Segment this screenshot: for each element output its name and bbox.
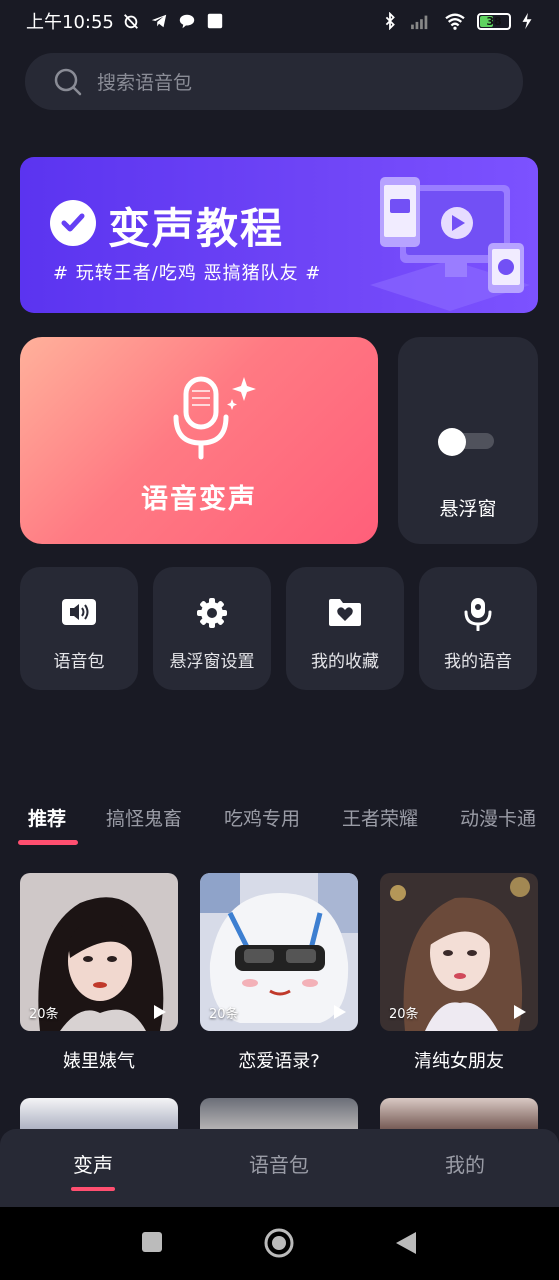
floating-window-label: 悬浮窗 xyxy=(439,498,497,520)
gear-icon xyxy=(197,598,227,628)
search-input[interactable]: 搜索语音包 xyxy=(25,53,523,110)
tab-pubg[interactable]: 吃鸡专用 xyxy=(224,804,300,831)
voice-change-button[interactable]: 语音变声 xyxy=(20,337,378,544)
video-devices-illustration xyxy=(370,177,530,311)
voice-change-label: 语音变声 xyxy=(141,484,257,515)
nav-me[interactable]: 我的 xyxy=(405,1149,525,1178)
play-icon xyxy=(334,1005,346,1019)
nav-voice-change[interactable]: 变声 xyxy=(33,1149,153,1178)
tool-my-favorites[interactable]: 我的收藏 xyxy=(286,567,404,690)
nav-voice-packs[interactable]: 语音包 xyxy=(219,1149,339,1178)
voice-pack-count: 20条 xyxy=(389,1007,419,1022)
search-placeholder: 搜索语音包 xyxy=(97,72,193,94)
voice-pack-name: 恋爱语录? xyxy=(238,1051,320,1072)
status-bar: 上午10:55 38 xyxy=(0,0,559,42)
tutorial-banner[interactable]: 变声教程 # 玩转王者/吃鸡 恶搞猪队友 # xyxy=(20,157,538,313)
nav-active-indicator xyxy=(71,1187,115,1191)
banner-title: 变声教程 xyxy=(108,204,285,253)
chat-bubble-icon xyxy=(179,14,195,29)
tool-my-voices[interactable]: 我的语音 xyxy=(419,567,537,690)
app-square-icon xyxy=(207,13,223,29)
play-icon xyxy=(514,1005,526,1019)
heart-folder-icon xyxy=(329,599,361,626)
voice-pack-count: 20条 xyxy=(29,1007,59,1022)
status-system-icons: 38 xyxy=(381,12,533,30)
search-icon xyxy=(54,68,82,95)
voice-pack-thumbnail: 20条 xyxy=(20,873,178,1031)
telegram-icon xyxy=(151,14,167,28)
bluetooth-icon xyxy=(385,12,395,30)
voice-pack-thumbnail: 20条 xyxy=(380,873,538,1031)
voice-pack-card[interactable]: 20条 清纯女朋友 xyxy=(380,873,538,1073)
system-navigation-bar xyxy=(0,1207,559,1280)
battery-indicator: 38 xyxy=(477,12,511,30)
tab-honor-of-kings[interactable]: 王者荣耀 xyxy=(342,804,418,831)
tool-float-settings[interactable]: 悬浮窗设置 xyxy=(153,567,271,690)
banner-subtitle: # 玩转王者/吃鸡 恶搞猪队友 # xyxy=(53,263,322,284)
voice-pack-card[interactable]: 20条 恋爱语录? xyxy=(200,873,358,1073)
check-circle-icon xyxy=(50,200,96,246)
category-tabs: 推荐 搞怪鬼畜 吃鸡专用 王者荣耀 动漫卡通 xyxy=(0,800,559,850)
tab-recommended[interactable]: 推荐 xyxy=(28,804,66,831)
tab-anime[interactable]: 动漫卡通 xyxy=(460,804,536,831)
back-icon[interactable] xyxy=(394,1231,418,1255)
wifi-icon xyxy=(445,13,465,30)
tab-funny[interactable]: 搞怪鬼畜 xyxy=(106,804,182,831)
status-time: 上午10:55 xyxy=(26,12,114,33)
floating-window-card[interactable]: 悬浮窗 xyxy=(398,337,538,544)
recent-apps-icon[interactable] xyxy=(141,1231,163,1253)
signal-icon xyxy=(411,15,428,30)
tab-active-indicator xyxy=(18,840,78,845)
play-icon xyxy=(154,1005,166,1019)
floating-window-toggle[interactable] xyxy=(438,428,494,456)
tool-label: 悬浮窗设置 xyxy=(169,652,255,672)
bottom-navigation: 变声 语音包 我的 xyxy=(0,1129,559,1207)
tool-label: 语音包 xyxy=(53,652,105,672)
alarm-off-icon xyxy=(123,14,138,29)
battery-level: 38 xyxy=(486,14,502,28)
tool-voice-packs[interactable]: 语音包 xyxy=(20,567,138,690)
tool-label: 我的收藏 xyxy=(311,652,379,672)
speaker-icon xyxy=(62,599,96,625)
voice-pack-card[interactable]: 20条 婊里婊气 xyxy=(20,873,178,1073)
home-icon[interactable] xyxy=(263,1227,295,1259)
status-notification-icons xyxy=(122,12,224,30)
charging-icon xyxy=(522,12,532,30)
tool-label: 我的语音 xyxy=(444,652,512,672)
voice-pack-name: 婊里婊气 xyxy=(63,1051,135,1072)
voice-pack-name: 清纯女朋友 xyxy=(414,1051,504,1072)
microphone-sparkle-icon xyxy=(173,376,256,460)
voice-pack-count: 20条 xyxy=(209,1007,239,1022)
voice-pack-thumbnail: 20条 xyxy=(200,873,358,1031)
microphone-icon xyxy=(464,598,492,631)
